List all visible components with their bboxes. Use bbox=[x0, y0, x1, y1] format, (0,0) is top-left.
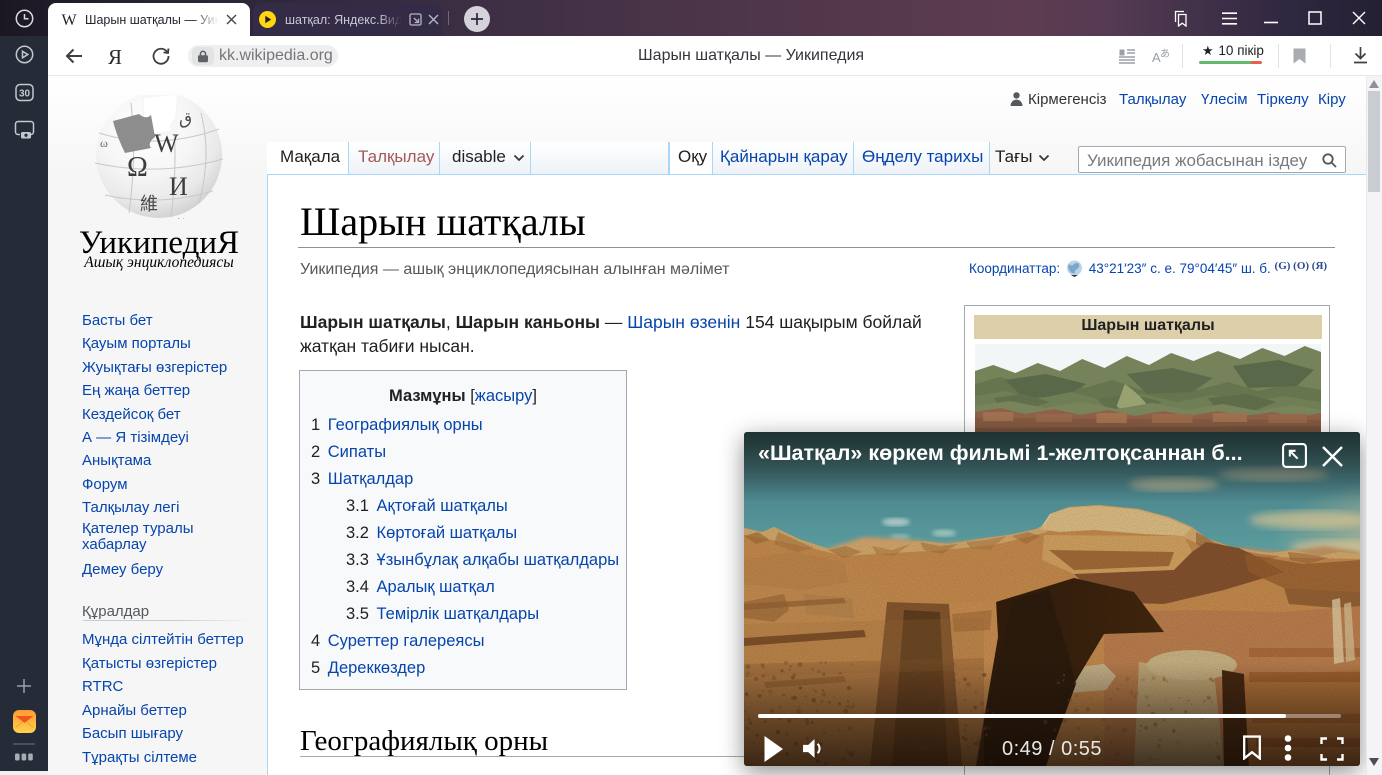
svg-text:א: א bbox=[177, 215, 187, 219]
svg-text:W: W bbox=[154, 129, 179, 158]
svg-text:Ω: Ω bbox=[127, 152, 148, 183]
svg-text:30: 30 bbox=[19, 89, 31, 100]
svg-text:И: И bbox=[169, 172, 188, 201]
svg-text:あ: あ bbox=[1160, 48, 1170, 60]
svg-text:ق: ق bbox=[179, 109, 192, 128]
svg-text:ω: ω bbox=[100, 136, 108, 150]
svg-text:W: W bbox=[61, 12, 77, 29]
svg-text:維: 維 bbox=[140, 194, 158, 214]
